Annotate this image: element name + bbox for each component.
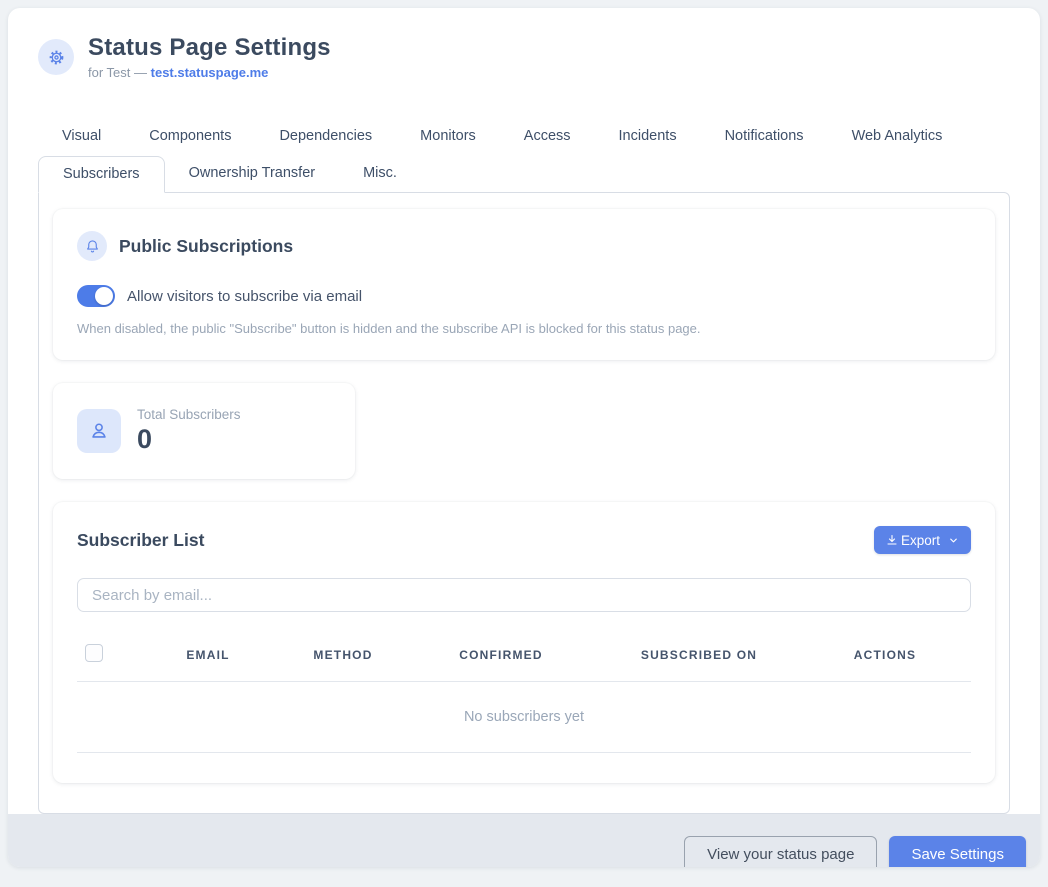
public-subscriptions-card: Public Subscriptions Allow visitors to s…	[53, 209, 995, 360]
export-button[interactable]: Export	[874, 526, 971, 554]
subscribers-table: EMAIL METHOD CONFIRMED SUBSCRIBED ON ACT…	[77, 634, 971, 753]
tab-components[interactable]: Components	[125, 118, 255, 154]
total-subscribers-card: Total Subscribers 0	[53, 383, 355, 479]
toggle-helper-text: When disabled, the public "Subscribe" bu…	[77, 321, 971, 336]
tab-row-secondary: Subscribers Ownership Transfer Misc.	[38, 156, 1010, 192]
select-all-checkbox[interactable]	[85, 644, 103, 662]
tab-ownership-transfer[interactable]: Ownership Transfer	[165, 156, 340, 192]
column-subscribed-on: SUBSCRIBED ON	[599, 634, 799, 682]
save-settings-button[interactable]: Save Settings	[889, 836, 1026, 868]
column-confirmed: CONFIRMED	[403, 634, 599, 682]
subscriber-list-header: Subscriber List Export	[77, 526, 971, 554]
public-subscriptions-title: Public Subscriptions	[119, 236, 293, 257]
stat-value: 0	[137, 424, 241, 455]
tab-monitors[interactable]: Monitors	[396, 118, 500, 154]
page-header: Status Page Settings for Test — test.sta…	[38, 34, 1010, 80]
toggle-knob	[95, 287, 113, 305]
status-page-link[interactable]: test.statuspage.me	[151, 65, 269, 80]
tab-subscribers[interactable]: Subscribers	[38, 156, 165, 193]
window-footer: View your status page Save Settings	[8, 814, 1040, 867]
tab-incidents[interactable]: Incidents	[595, 118, 701, 154]
search-input[interactable]	[77, 578, 971, 612]
page-subtitle: for Test — test.statuspage.me	[88, 65, 331, 80]
download-icon	[886, 534, 898, 546]
window-body: Status Page Settings for Test — test.sta…	[8, 8, 1040, 814]
chevron-down-icon	[948, 535, 959, 546]
empty-state-text: No subscribers yet	[77, 682, 971, 753]
tab-misc[interactable]: Misc.	[339, 156, 421, 192]
subtitle-prefix: for Test —	[88, 65, 147, 80]
header-text: Status Page Settings for Test — test.sta…	[88, 34, 331, 80]
subscriber-list-card: Subscriber List Export	[53, 502, 995, 783]
tab-visual[interactable]: Visual	[38, 118, 125, 154]
subscriber-list-title: Subscriber List	[77, 530, 204, 551]
settings-gear-icon	[38, 39, 74, 75]
stat-text: Total Subscribers 0	[137, 407, 241, 455]
tab-notifications[interactable]: Notifications	[701, 118, 828, 154]
tab-web-analytics[interactable]: Web Analytics	[828, 118, 967, 154]
tab-access[interactable]: Access	[500, 118, 595, 154]
toggle-label: Allow visitors to subscribe via email	[127, 288, 362, 305]
page-title: Status Page Settings	[88, 34, 331, 62]
subscribers-tab-panel: Public Subscriptions Allow visitors to s…	[38, 192, 1010, 814]
tab-row-primary: Visual Components Dependencies Monitors …	[38, 118, 1010, 154]
tab-dependencies[interactable]: Dependencies	[255, 118, 396, 154]
subscribe-toggle-row: Allow visitors to subscribe via email	[77, 285, 971, 307]
column-actions: ACTIONS	[799, 634, 971, 682]
view-status-page-button[interactable]: View your status page	[684, 836, 877, 868]
status-page-settings-window: Status Page Settings for Test — test.sta…	[8, 8, 1040, 867]
export-button-label: Export	[901, 533, 940, 548]
table-header-row: EMAIL METHOD CONFIRMED SUBSCRIBED ON ACT…	[77, 634, 971, 682]
allow-subscribe-toggle[interactable]	[77, 285, 115, 307]
column-method: METHOD	[283, 634, 403, 682]
column-email: EMAIL	[133, 634, 283, 682]
empty-state-row: No subscribers yet	[77, 682, 971, 753]
stat-label: Total Subscribers	[137, 407, 241, 422]
bell-icon	[77, 231, 107, 261]
public-subscriptions-header: Public Subscriptions	[77, 231, 971, 261]
person-icon	[77, 409, 121, 453]
